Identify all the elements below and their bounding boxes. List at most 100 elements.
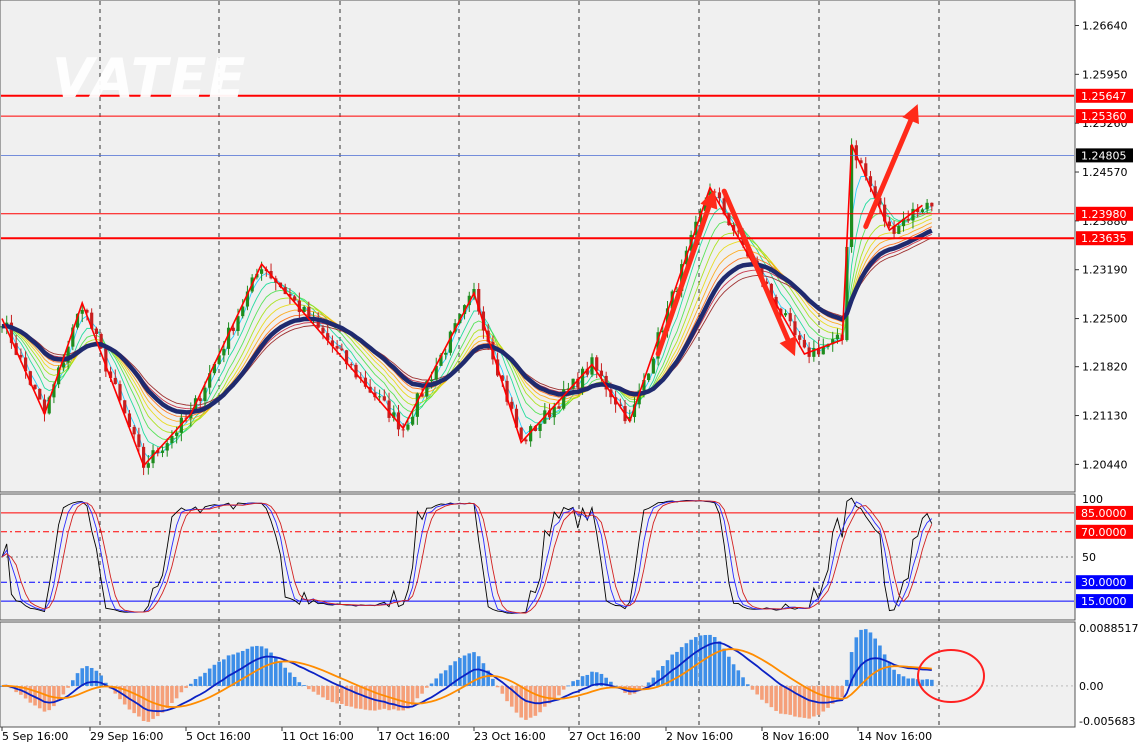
- macd-histogram-bar: [94, 670, 99, 686]
- time-axis-label: 27 Oct 16:00: [569, 730, 641, 743]
- macd-histogram-bar: [642, 685, 646, 687]
- candle-body: [538, 423, 542, 431]
- macd-histogram-bar: [325, 685, 330, 700]
- price-axis-label: 1.25950: [1082, 68, 1128, 81]
- macd-histogram-bar: [406, 685, 410, 709]
- macd-histogram-bar: [137, 685, 141, 717]
- candle-body: [429, 379, 434, 382]
- macd-axis-label: -0.005683: [1079, 715, 1135, 728]
- candle-body: [897, 226, 901, 234]
- candle-body: [349, 364, 353, 366]
- macd-histogram-bar: [358, 685, 363, 709]
- macd-histogram-bar: [165, 685, 169, 709]
- macd-histogram-bar: [859, 629, 863, 686]
- level-label: 1.23635: [1081, 232, 1127, 245]
- macd-histogram-bar: [415, 685, 420, 699]
- macd-histogram-bar: [901, 676, 906, 686]
- time-axis-label: 5 Sep 16:00: [2, 730, 68, 743]
- macd-histogram-bar: [755, 685, 759, 695]
- candle-body: [524, 439, 528, 442]
- candle-body: [444, 352, 448, 355]
- price-axis-label: 1.26640: [1082, 19, 1128, 32]
- candle-body: [160, 450, 165, 453]
- macd-histogram-bar: [255, 645, 259, 686]
- macd-histogram-bar: [750, 685, 755, 690]
- candle-body: [599, 370, 604, 376]
- candle-body: [94, 328, 98, 334]
- macd-histogram-bar: [491, 678, 495, 686]
- macd-histogram-bar: [580, 676, 585, 686]
- macd-histogram-bar: [382, 685, 387, 709]
- macd-histogram-bar: [722, 648, 726, 686]
- macd-histogram-bar: [878, 645, 882, 686]
- macd-histogram-bar: [684, 643, 689, 686]
- stoch-level-label: 15.0000: [1081, 595, 1127, 608]
- candle-body: [165, 443, 169, 451]
- macd-histogram-bar: [89, 667, 94, 686]
- price-axis-label: 1.21130: [1082, 410, 1128, 423]
- macd-histogram-bar: [420, 685, 424, 694]
- time-axis-label: 11 Oct 16:00: [282, 730, 354, 743]
- candle-body: [788, 313, 792, 322]
- macd-histogram-bar: [689, 639, 693, 686]
- time-axis-label: 5 Oct 16:00: [186, 730, 251, 743]
- candle-body: [387, 400, 391, 418]
- macd-histogram-bar: [439, 673, 443, 686]
- price-axis-label: 1.21820: [1082, 361, 1128, 374]
- macd-histogram-bar: [443, 670, 448, 686]
- macd-histogram-bar: [481, 663, 486, 686]
- macd-histogram-bar: [429, 683, 434, 686]
- macd-histogram-bar: [712, 637, 717, 686]
- macd-histogram-bar: [377, 685, 382, 710]
- macd-histogram-bar: [189, 683, 193, 686]
- macd-histogram-bar: [802, 685, 807, 718]
- candle-body: [783, 313, 788, 316]
- candle-body: [411, 416, 415, 425]
- candle-body: [260, 269, 264, 274]
- candle-body: [647, 373, 651, 381]
- macd-histogram-bar: [259, 646, 264, 686]
- macd-histogram-bar: [561, 685, 566, 690]
- macd-histogram-bar: [212, 664, 217, 686]
- candle-body: [802, 339, 806, 348]
- time-axis-label: 23 Oct 16:00: [474, 730, 546, 743]
- macd-histogram-bar: [731, 664, 736, 686]
- macd-histogram-bar: [906, 678, 911, 686]
- macd-histogram-bar: [288, 672, 292, 686]
- macd-histogram-bar: [335, 685, 339, 704]
- candle-body: [38, 388, 42, 400]
- macd-histogram-bar: [816, 685, 821, 715]
- macd-histogram-bar: [840, 685, 844, 698]
- macd-histogram-bar: [61, 685, 66, 695]
- candle-body: [378, 396, 382, 398]
- candle-body: [335, 346, 339, 349]
- macd-histogram-bar: [311, 685, 316, 692]
- candle-body: [651, 358, 655, 374]
- macd-histogram-bar: [576, 679, 580, 686]
- macd-histogram-bar: [476, 656, 481, 686]
- macd-histogram-bar: [873, 638, 877, 686]
- current-price-label: 1.24805: [1081, 149, 1127, 162]
- candle-body: [925, 202, 929, 210]
- macd-histogram-bar: [911, 678, 915, 686]
- macd-histogram-bar: [340, 685, 344, 704]
- macd-histogram-bar: [174, 685, 179, 699]
- candle-body: [557, 406, 561, 409]
- forex-chart[interactable]: 1.266401.259501.252601.245701.238801.231…: [0, 0, 1142, 747]
- macd-histogram-bar: [462, 655, 467, 686]
- macd-histogram-bar: [297, 682, 302, 686]
- chart-window: 1.26640 1.25950 1.25260 1.24570 1.23880 1.231…: [0, 0, 1142, 747]
- macd-histogram-bar: [264, 648, 269, 686]
- candle-body: [113, 377, 117, 385]
- stoch-level-label: 70.0000: [1081, 526, 1127, 539]
- level-label: 1.23980: [1081, 208, 1127, 221]
- macd-histogram-bar: [283, 667, 287, 686]
- price-axis-label: 1.24570: [1082, 166, 1128, 179]
- macd-histogram-bar: [207, 668, 212, 686]
- macd-histogram-bar: [717, 641, 722, 686]
- macd-histogram-bar: [897, 674, 901, 686]
- macd-histogram-bar: [741, 677, 745, 686]
- candle-body: [203, 387, 207, 401]
- macd-histogram-bar: [321, 685, 325, 698]
- candle-body: [887, 221, 891, 227]
